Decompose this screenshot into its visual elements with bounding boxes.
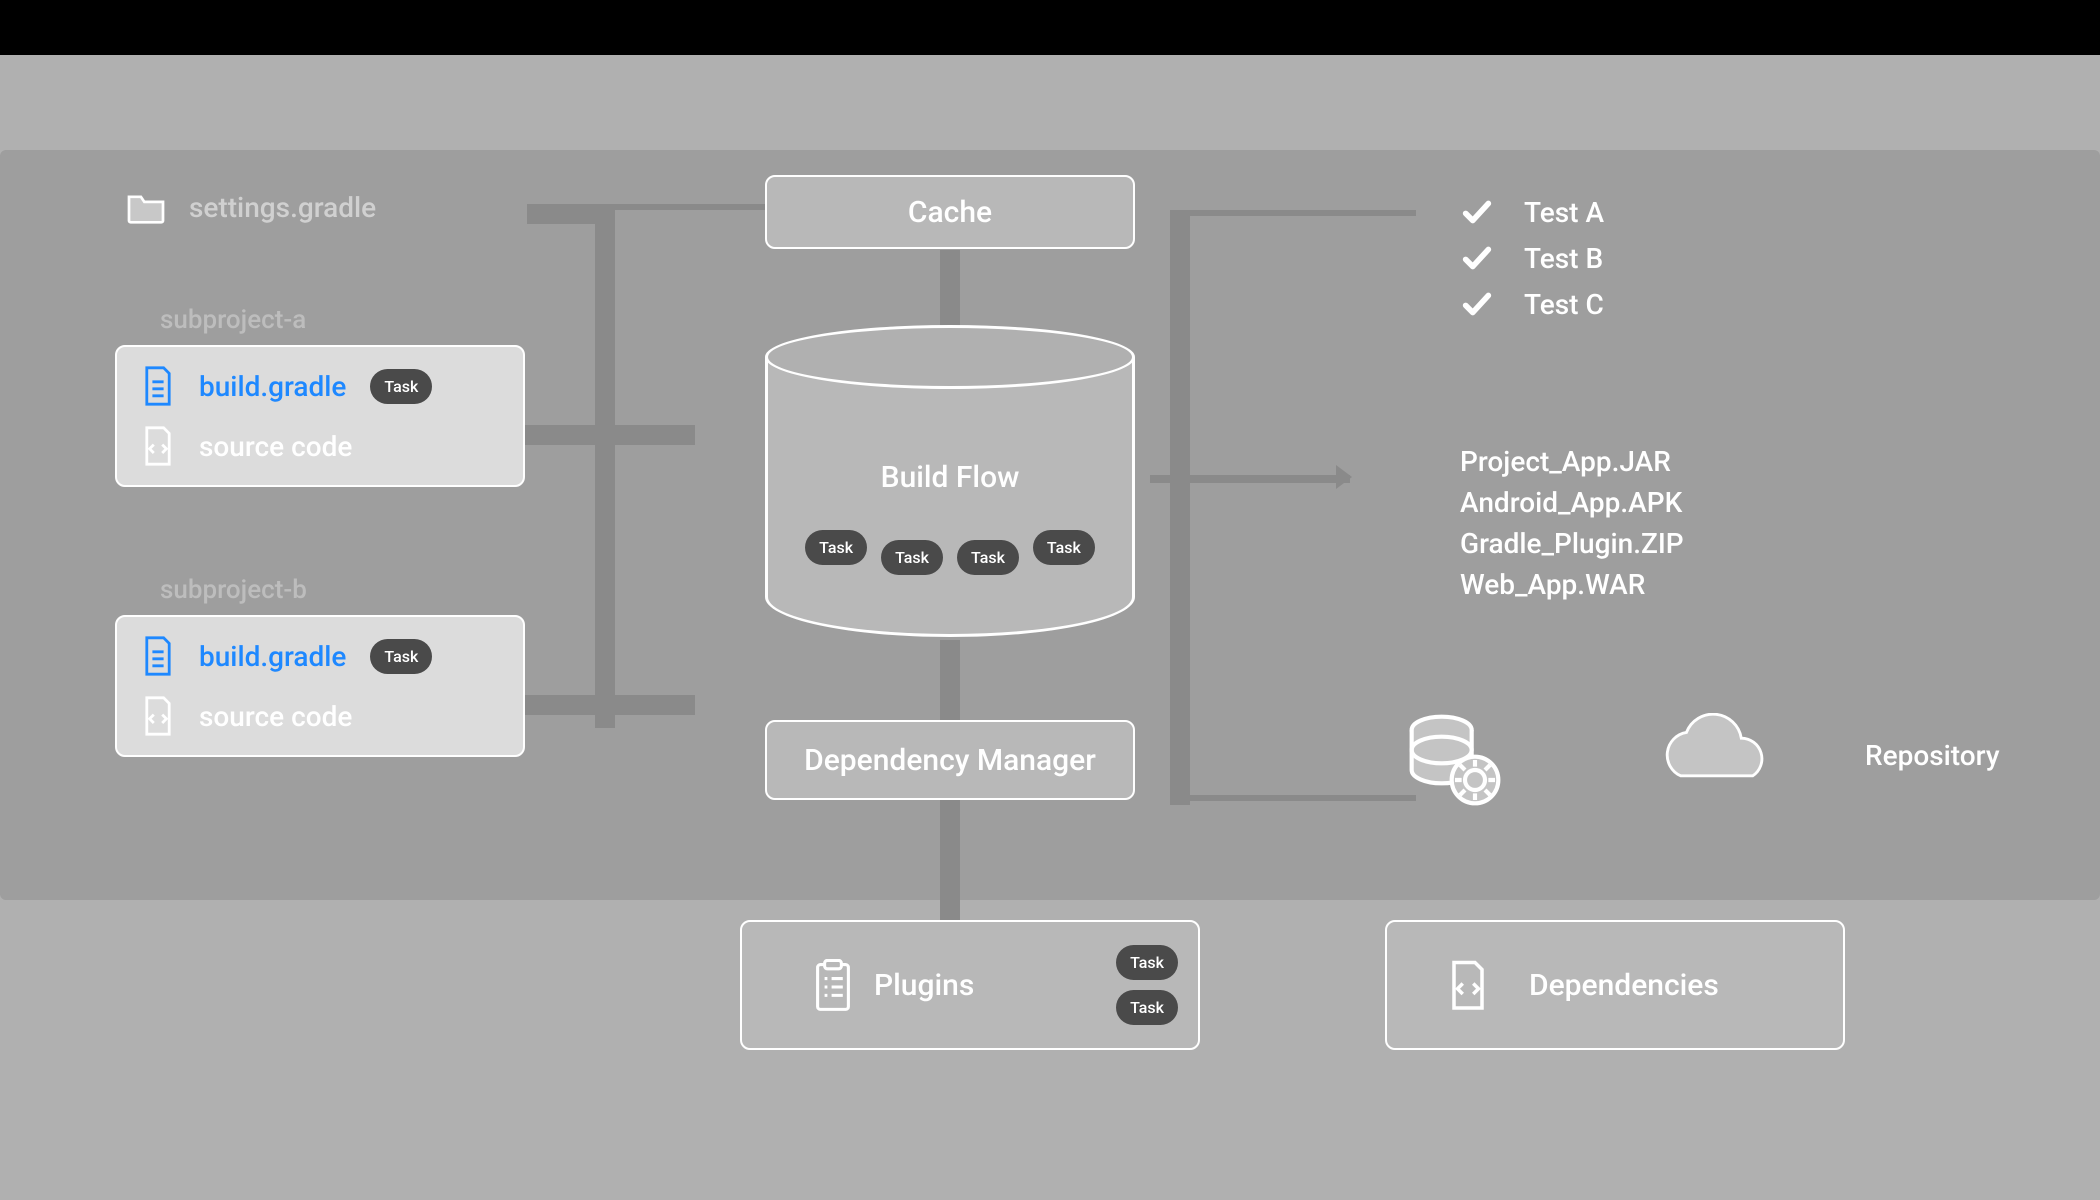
dependencies-label: Dependencies [1529,968,1719,1003]
clipboard-icon [812,959,854,1011]
test-label: Test B [1524,242,1603,275]
source-code-row: source code [141,425,499,467]
repository-row: Repository [1405,710,2000,800]
test-row: Test A [1460,195,1604,229]
connector [527,204,612,224]
task-pill: Task [1033,530,1095,565]
task-pill: Task [1116,990,1178,1025]
test-row: Test C [1460,287,1604,321]
folder-icon [125,190,167,224]
task-pill: Task [370,369,432,404]
connector [940,800,960,930]
build-file-label: build.gradle [199,370,346,403]
build-flow-label: Build Flow [765,460,1135,495]
source-code-label: source code [199,700,352,733]
cache-label: Cache [908,195,992,230]
subproject-a-card: build.gradle Task source code [115,345,525,487]
check-icon [1460,241,1494,275]
subproject-b-card: build.gradle Task source code [115,615,525,757]
build-file-label: build.gradle [199,640,346,673]
code-file-icon [1447,959,1489,1011]
check-icon [1460,287,1494,321]
diagram-canvas: settings.gradle subproject-a build.gradl… [0,55,2100,1200]
file-icon [141,365,175,407]
database-icon [1405,710,1505,800]
task-pill: Task [805,530,867,565]
source-code-label: source code [199,430,352,463]
subproject-a-label: subproject-a [160,305,306,335]
settings-file-row: settings.gradle [125,190,376,224]
cylinder-top [765,325,1135,389]
dependencies-box: Dependencies [1385,920,1845,1050]
source-code-row: source code [141,695,499,737]
code-file-icon [141,425,175,467]
connector [612,204,767,210]
artifact-item: Project_App.JAR [1460,445,1684,478]
test-label: Test C [1524,288,1604,321]
dependency-manager-label: Dependency Manager [804,743,1096,778]
connector [940,250,960,330]
repository-label: Repository [1865,739,2000,772]
test-label: Test A [1524,196,1604,229]
build-gradle-row: build.gradle Task [141,365,499,407]
artifact-item: Web_App.WAR [1460,568,1684,601]
cylinder-body [765,357,1135,637]
plugin-tasks: Task Task [1116,945,1178,1025]
test-list: Test A Test B Test C [1460,195,1604,321]
cylinder-task-row: Task Task Task Task [765,540,1135,575]
connector [1186,210,1416,216]
build-gradle-row: build.gradle Task [141,635,499,677]
connector [940,640,960,720]
check-icon [1460,195,1494,229]
plugins-label: Plugins [874,968,974,1003]
artifact-list: Project_App.JAR Android_App.APK Gradle_P… [1460,445,1684,601]
subproject-b-label: subproject-b [160,575,307,605]
settings-file-label: settings.gradle [189,191,376,224]
cloud-icon [1645,713,1785,797]
artifact-item: Gradle_Plugin.ZIP [1460,527,1684,560]
artifact-item: Android_App.APK [1460,486,1684,519]
connector [1186,795,1416,801]
cache-box: Cache [765,175,1135,249]
dependency-manager-box: Dependency Manager [765,720,1135,800]
connector [1170,210,1190,805]
task-pill: Task [881,540,943,575]
task-pill: Task [370,639,432,674]
test-row: Test B [1460,241,1604,275]
task-pill: Task [957,540,1019,575]
task-pill: Task [1116,945,1178,980]
connector [595,210,615,728]
plugins-box: Plugins Task Task [740,920,1200,1050]
code-file-icon [141,695,175,737]
file-icon [141,635,175,677]
